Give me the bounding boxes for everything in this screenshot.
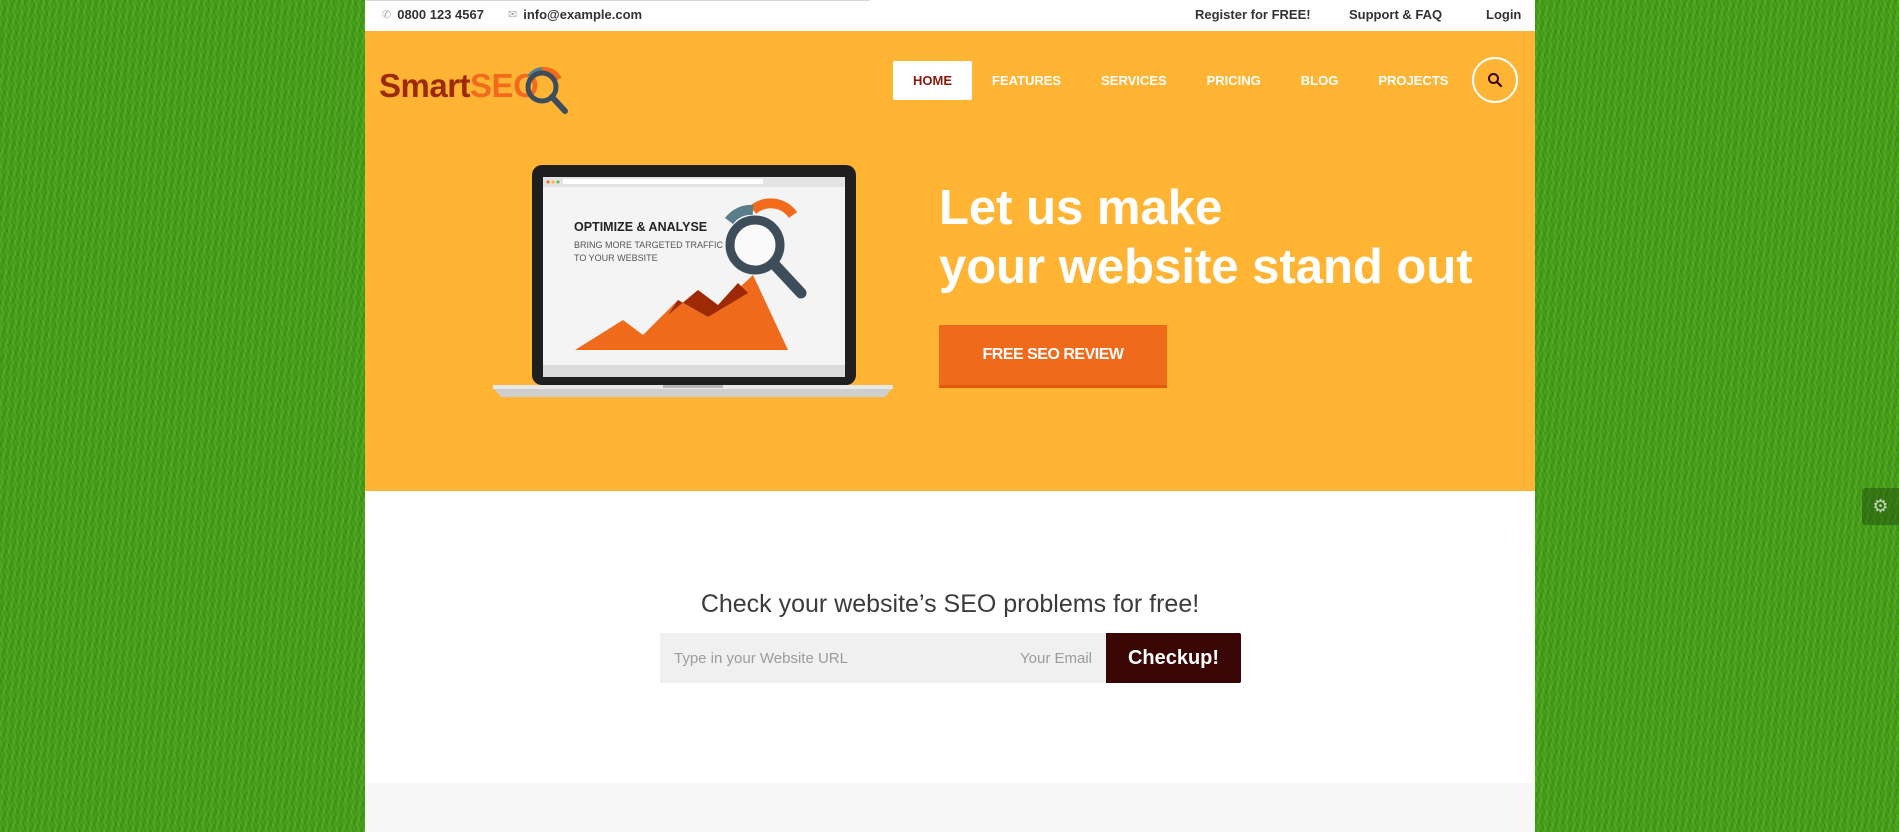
checkup-title: Check your website’s SEO problems for fr… [700, 590, 1200, 618]
next-section-band [365, 783, 1535, 832]
email-contact[interactable]: ✉ info@example.com [508, 7, 642, 22]
phone-number: 0800 123 4567 [397, 7, 484, 22]
search-icon [1488, 73, 1503, 88]
nav-projects[interactable]: PROJECTS [1358, 61, 1468, 100]
top-bar: ✆ 0800 123 4567 ✉ info@example.com Regis… [365, 0, 1535, 31]
hero-title: Let us make your website stand out [939, 179, 1473, 297]
website-url-input[interactable] [660, 633, 1020, 683]
laptop-screen-subline-1: BRING MORE TARGETED TRAFFIC [574, 240, 724, 250]
nav-features[interactable]: FEATURES [972, 61, 1081, 100]
laptop-illustration: OPTIMIZE & ANALYSE BRING MORE TARGETED T… [493, 165, 893, 397]
logo-wordmark: SmartSEO [379, 67, 539, 105]
style-switcher-toggle[interactable]: ⚙ [1862, 488, 1899, 525]
email-address[interactable]: info@example.com [523, 7, 642, 22]
search-button[interactable] [1472, 57, 1518, 103]
nav-blog[interactable]: BLOG [1281, 61, 1359, 100]
free-seo-review-button[interactable]: FREE SEO REVIEW [939, 325, 1167, 388]
register-link[interactable]: Register for FREE! [1195, 7, 1311, 22]
hero-section: SmartSEO HOME FEATURES SERVICES PRICING … [365, 31, 1535, 491]
laptop-screen-heading: OPTIMIZE & ANALYSE [574, 220, 707, 234]
hero-title-line-2: your website stand out [939, 240, 1473, 294]
site-logo[interactable]: SmartSEO [379, 57, 599, 127]
email-input[interactable] [1020, 633, 1106, 683]
phone-icon: ✆ [382, 9, 392, 21]
top-bar-divider [365, 0, 870, 1]
support-faq-link[interactable]: Support & FAQ [1349, 7, 1442, 22]
checkup-button[interactable]: Checkup! [1106, 633, 1241, 683]
logo-text-smart: Smart [379, 67, 471, 104]
nav-pricing[interactable]: PRICING [1187, 61, 1281, 100]
login-link[interactable]: Login [1486, 7, 1521, 22]
laptop-screen-subline-2: TO YOUR WEBSITE [574, 253, 658, 263]
gear-icon: ⚙ [1872, 496, 1889, 516]
main-nav: HOME FEATURES SERVICES PRICING BLOG PROJ… [893, 61, 1468, 100]
magnifier-logo-icon [525, 66, 568, 114]
nav-services[interactable]: SERVICES [1081, 61, 1187, 100]
checkup-form: Checkup! [660, 633, 1241, 683]
nav-home[interactable]: HOME [893, 61, 972, 100]
envelope-icon: ✉ [508, 9, 518, 21]
hero-title-line-1: Let us make [939, 181, 1223, 235]
phone-contact: ✆ 0800 123 4567 [382, 7, 484, 22]
page-container: ✆ 0800 123 4567 ✉ info@example.com Regis… [365, 0, 1535, 832]
